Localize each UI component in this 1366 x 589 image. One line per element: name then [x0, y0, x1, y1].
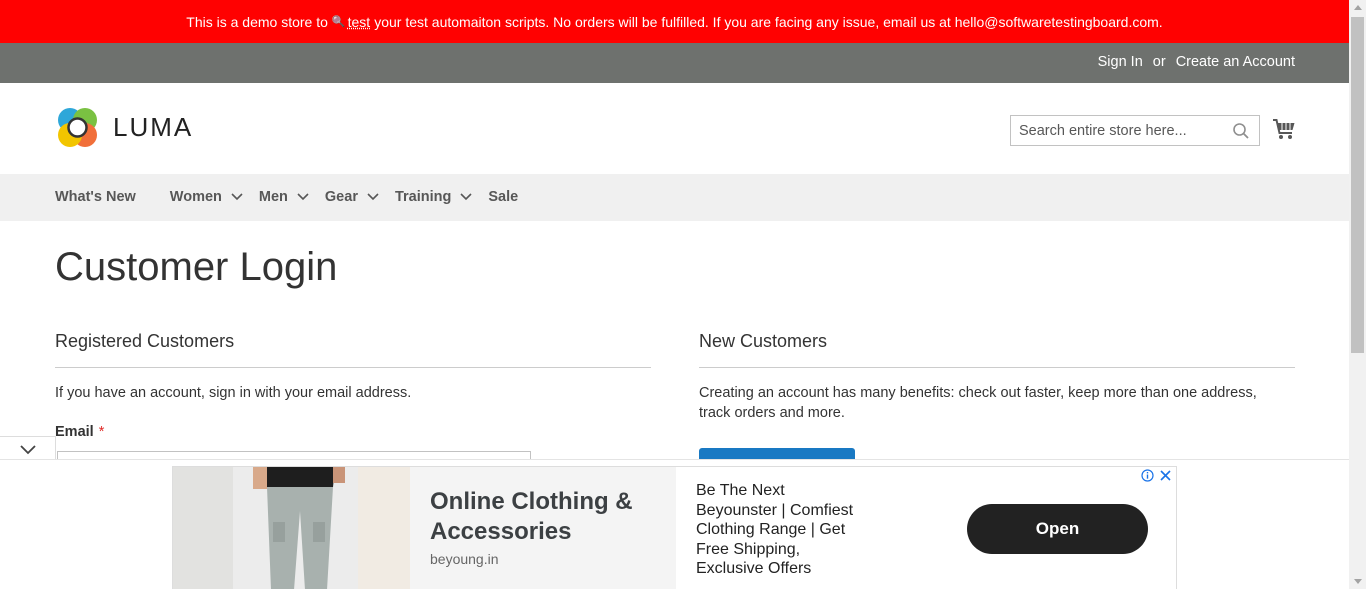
header-main: LUMA	[0, 83, 1349, 174]
divider	[699, 367, 1295, 368]
or-text: or	[1152, 54, 1166, 70]
search-icon[interactable]	[1232, 122, 1250, 145]
nav-item-women[interactable]: Women	[170, 189, 243, 205]
scroll-down-arrow-icon[interactable]	[1354, 579, 1362, 584]
page-scrollbar[interactable]	[1349, 0, 1366, 589]
email-label-text: Email	[55, 424, 94, 440]
ad-headline-box: Online Clothing & Accessories beyoung.in	[410, 467, 676, 589]
chevron-down-icon	[19, 444, 36, 454]
demo-notice-bar: This is a demo store to 🔍 test your test…	[0, 0, 1349, 43]
nav-label: Men	[258, 189, 288, 205]
header-panel: Sign In or Create an Account	[0, 43, 1349, 83]
page-title: Customer Login	[55, 245, 338, 289]
ad-description: Be The Next Beyounster | Comfiest Clothi…	[696, 482, 854, 577]
luma-logo-icon	[58, 108, 97, 147]
nav-item-whats-new[interactable]: What's New	[55, 189, 136, 205]
nav-label: Women	[169, 189, 222, 205]
nav-item-gear[interactable]: Gear	[325, 189, 379, 205]
nav-label: What's New	[55, 189, 136, 205]
cart-icon[interactable]	[1272, 118, 1296, 145]
scroll-up-arrow-icon[interactable]	[1354, 5, 1362, 10]
nav-label: Sale	[488, 189, 519, 205]
nav-item-training[interactable]: Training	[395, 189, 472, 205]
nav-label: Training	[394, 189, 452, 205]
search-input[interactable]	[1011, 116, 1221, 145]
notice-test-link[interactable]: test	[348, 14, 371, 30]
magnifier-icon: 🔍	[331, 16, 346, 28]
registered-intro: If you have an account, sign in with you…	[55, 385, 412, 401]
chevron-down-icon	[231, 193, 243, 201]
ad-banner[interactable]: Online Clothing & Accessories beyoung.in…	[172, 466, 1177, 589]
main-navigation: What's New Women Men Gear Training Sale	[0, 174, 1349, 221]
ad-open-button[interactable]: Open	[967, 504, 1148, 554]
create-account-link[interactable]: Create an Account	[1176, 54, 1295, 70]
divider	[55, 367, 651, 368]
chevron-down-icon	[297, 193, 309, 201]
scrollbar-thumb[interactable]	[1351, 17, 1364, 353]
nav-label: Gear	[324, 189, 358, 205]
nav-item-sale[interactable]: Sale	[488, 189, 518, 205]
logo[interactable]: LUMA	[55, 105, 193, 150]
chevron-down-icon	[367, 193, 379, 201]
search-box	[1010, 115, 1260, 146]
email-label: Email *	[55, 424, 104, 440]
ad-headline: Online Clothing & Accessories	[430, 488, 633, 545]
required-mark: *	[98, 424, 105, 440]
ad-domain: beyoung.in	[430, 551, 499, 567]
ad-product-image	[173, 467, 410, 589]
nav-item-men[interactable]: Men	[259, 189, 309, 205]
notice-text-before: This is a demo store to	[186, 13, 328, 30]
chevron-down-icon	[460, 193, 472, 201]
ad-info-icon[interactable]	[1141, 469, 1154, 482]
registered-customers-title: Registered Customers	[55, 331, 235, 351]
close-icon[interactable]	[1159, 469, 1172, 482]
new-customers-text: Creating an account has many benefits: c…	[699, 385, 1257, 421]
logo-text: LUMA	[113, 112, 194, 142]
ad-banner-area: Online Clothing & Accessories beyoung.in…	[0, 459, 1349, 589]
notice-text-after: your test automaiton scripts. No orders …	[374, 13, 1163, 30]
sign-in-link[interactable]: Sign In	[1098, 54, 1143, 70]
new-customers-title: New Customers	[699, 331, 828, 351]
